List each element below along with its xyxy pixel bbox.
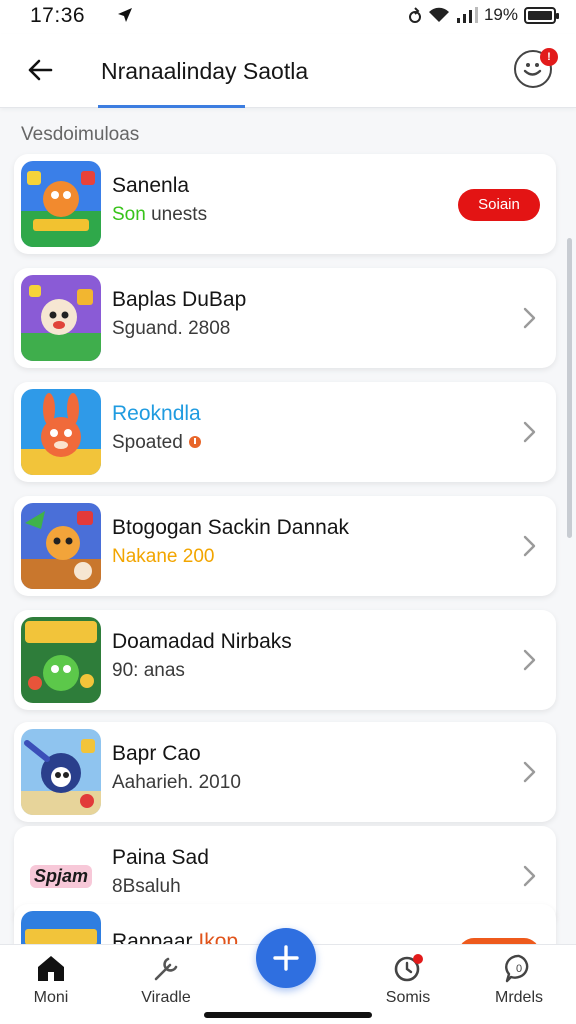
nav-tools-label: Viradle xyxy=(141,989,191,1006)
section-heading: Vesdoimuloas xyxy=(21,124,140,145)
item-subtitle: Nakane 200 xyxy=(112,546,215,567)
item-subtitle: Son unests xyxy=(112,204,207,226)
wrench-icon xyxy=(154,957,178,981)
chevron-right-icon xyxy=(523,649,536,671)
item-title: Sanenla xyxy=(112,174,190,197)
list-item[interactable]: Baplas DuBap Sguand. 2808 xyxy=(14,268,556,368)
active-tab-indicator xyxy=(98,105,245,108)
item-title: Reokndla xyxy=(112,402,201,425)
item-title: Paina Sad xyxy=(112,846,209,869)
nav-messages-label: Mrdels xyxy=(494,989,543,1006)
item-title: Btogogan Sackin Dannak xyxy=(112,516,349,539)
status-bar: 17:36 19% xyxy=(0,0,576,34)
sync-icon xyxy=(408,7,421,23)
home-indicator xyxy=(204,1012,372,1018)
back-button[interactable] xyxy=(22,52,58,88)
list-item[interactable]: Doamadad Nirbaks 90: anas xyxy=(14,610,556,710)
item-subtitle: Spoated xyxy=(112,432,202,454)
list-item[interactable]: Reokndla Spoated xyxy=(14,382,556,482)
item-subtitle: 90: anas xyxy=(112,660,185,681)
game-thumbnail xyxy=(21,275,101,361)
nav-home-label: Moni xyxy=(33,989,69,1006)
wifi-icon xyxy=(428,7,449,22)
list-item[interactable]: Sanenla Son unests Soiain xyxy=(14,154,556,254)
plus-icon xyxy=(273,945,299,971)
game-thumbnail xyxy=(21,503,101,589)
game-thumbnail xyxy=(21,617,101,703)
chevron-right-icon xyxy=(523,865,536,887)
app-header: Nranaalinday Saotla ! xyxy=(0,34,576,108)
profile-button[interactable]: ! xyxy=(514,48,558,90)
item-subtitle-highlight: Son xyxy=(112,204,146,225)
item-subtitle-rest: unests xyxy=(145,204,208,225)
nav-tools[interactable]: Viradle xyxy=(121,953,211,1007)
nav-notices[interactable]: Somis xyxy=(363,953,453,1007)
badge-icon xyxy=(189,436,202,448)
page-title: Nranaalinday Saotla xyxy=(101,58,309,84)
battery-icon xyxy=(524,6,559,24)
thumbnail-logo-text: Spjam xyxy=(29,864,93,888)
arrow-left-icon xyxy=(28,59,53,81)
item-subtitle: 8Bsaluh xyxy=(112,876,181,897)
add-button[interactable] xyxy=(256,928,316,988)
battery-percent: 19% xyxy=(483,5,518,24)
scrollbar[interactable] xyxy=(567,238,572,538)
chevron-right-icon xyxy=(523,421,536,443)
item-title: Bapr Cao xyxy=(112,742,201,765)
item-action-button[interactable]: Soiain xyxy=(458,189,540,221)
item-title: Doamadad Nirbaks xyxy=(112,630,292,653)
chat-bubble-icon: 0 xyxy=(505,954,529,983)
home-icon xyxy=(38,956,64,981)
game-thumbnail xyxy=(21,389,101,475)
status-time: 17:36 xyxy=(30,4,86,27)
game-thumbnail xyxy=(21,729,101,815)
list-item[interactable]: Bapr Cao Aaharieh. 2010 xyxy=(14,722,556,822)
item-subtitle: Aaharieh. 2010 xyxy=(112,772,241,793)
svg-text:0: 0 xyxy=(516,963,522,975)
chevron-right-icon xyxy=(523,535,536,557)
game-thumbnail xyxy=(21,161,101,247)
item-subtitle: Sguand. 2808 xyxy=(112,318,231,339)
nav-notices-label: Somis xyxy=(385,989,431,1006)
item-subtitle-text: Spoated xyxy=(112,432,183,453)
clock-alert-icon xyxy=(394,954,423,982)
chevron-right-icon xyxy=(523,307,536,329)
notification-badge: ! xyxy=(540,48,558,66)
nav-messages[interactable]: 0 Mrdels xyxy=(474,953,564,1007)
location-arrow-icon xyxy=(118,8,132,22)
nav-home[interactable]: Moni xyxy=(6,953,96,1007)
item-title: Baplas DuBap xyxy=(112,288,247,311)
signal-icon xyxy=(456,7,478,23)
list-item[interactable]: Btogogan Sackin Dannak Nakane 200 xyxy=(14,496,556,596)
chevron-right-icon xyxy=(523,761,536,783)
